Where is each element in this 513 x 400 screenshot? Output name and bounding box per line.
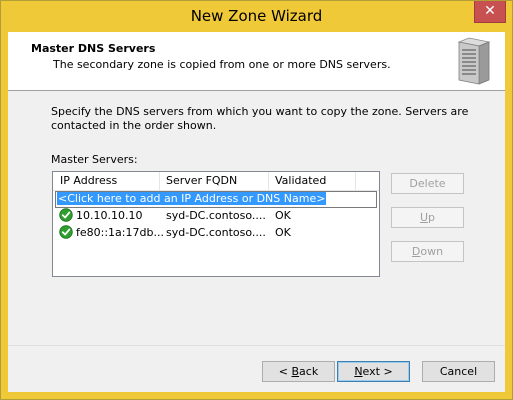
back-button-accel: B [291,365,300,378]
close-button[interactable]: ✕ [474,1,506,23]
delete-button-label: Delete [409,177,446,190]
next-button-label: ext > [362,365,393,378]
back-button[interactable]: < Back [262,361,335,382]
delete-button[interactable]: Delete [391,173,464,194]
cancel-button-label: Cancel [439,365,478,378]
page-subtitle: The secondary zone is copied from one or… [53,58,391,71]
dialog-client-area: Master DNS Servers The secondary zone is… [8,32,505,392]
footer-divider [8,345,505,346]
next-button[interactable]: Next > [337,361,410,382]
add-server-prompt[interactable]: <Click here to add an IP Address or DNS … [57,192,327,205]
server-fqdn-cell: syd-DC.contoso.... [166,209,266,222]
instructions-line-2: contacted in the order shown. [51,119,217,132]
validated-cell: OK [275,209,291,222]
validated-cell: OK [275,226,291,239]
ip-address-cell: 10.10.10.10 [76,209,143,222]
column-validated[interactable]: Validated [275,174,326,190]
list-header: IP Address Server FQDN Validated [53,172,379,191]
next-button-accel: N [354,365,363,378]
instructions-line-1: Specify the DNS servers from which you w… [51,105,469,118]
wizard-header: Master DNS Servers The secondary zone is… [8,32,505,91]
table-row[interactable]: 10.10.10.10 syd-DC.contoso.... OK [53,207,379,224]
page-title: Master DNS Servers [31,42,156,55]
column-divider[interactable] [355,172,356,190]
up-button-accel: U [419,211,429,224]
server-fqdn-cell: syd-DC.contoso.... [166,226,266,239]
check-icon [59,225,73,239]
title-bar[interactable]: New Zone Wizard ✕ [1,1,512,31]
up-button-label: p [428,211,436,224]
server-icon [457,37,491,85]
master-servers-list[interactable]: IP Address Server FQDN Validated <Click … [52,171,380,277]
column-divider[interactable] [268,172,269,190]
add-server-row[interactable]: <Click here to add an IP Address or DNS … [55,191,377,208]
wizard-window: New Zone Wizard ✕ Master DNS Servers The… [0,0,513,400]
column-ip-address[interactable]: IP Address [60,174,117,190]
check-icon [59,208,73,222]
instructions-text: Specify the DNS servers from which you w… [51,105,471,133]
column-divider[interactable] [159,172,160,190]
cancel-button[interactable]: Cancel [422,361,495,382]
down-button-label: own [420,245,444,258]
close-icon: ✕ [484,3,496,19]
back-button-prefix: < [278,365,292,378]
window-title: New Zone Wizard [190,7,323,25]
back-button-label: ack [299,365,319,378]
table-row[interactable]: fe80::1a:17db... syd-DC.contoso.... OK [53,224,379,241]
master-servers-label: Master Servers: [51,153,138,166]
down-button[interactable]: Down [391,241,464,262]
up-button[interactable]: Up [391,207,464,228]
ip-address-cell: fe80::1a:17db... [76,226,164,239]
column-server-fqdn[interactable]: Server FQDN [166,174,237,190]
